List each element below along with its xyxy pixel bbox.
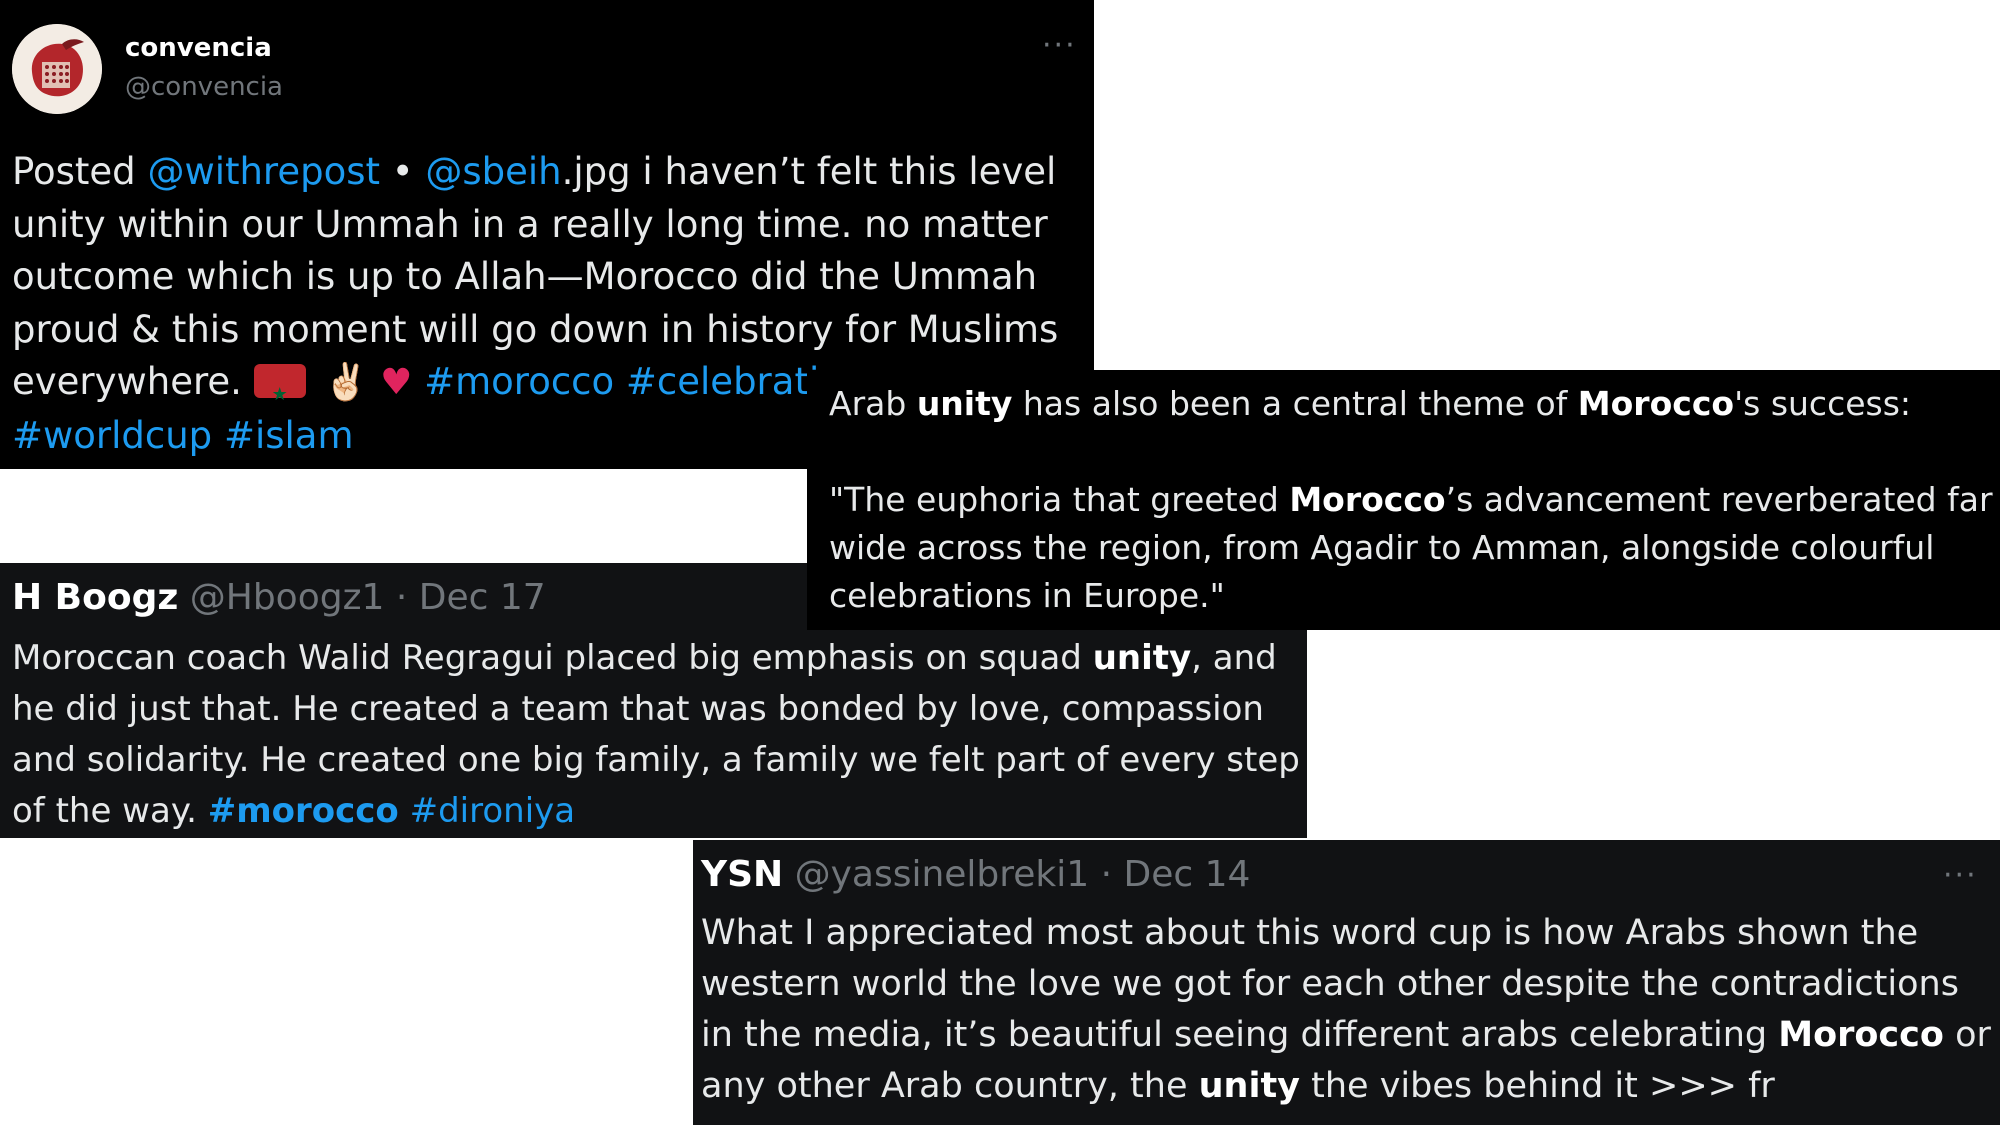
flag-morocco-icon (253, 364, 306, 422)
tweet-date[interactable]: Dec 14 (1124, 854, 1251, 895)
display-name[interactable]: YSN (701, 854, 783, 895)
hashtag-morocco[interactable]: #morocco (208, 791, 399, 831)
more-options-icon[interactable]: ··· (1042, 28, 1077, 63)
display-name[interactable]: convencia (125, 33, 272, 63)
tweet-header: H Boogz @Hboogz1 · Dec 17 (12, 577, 546, 618)
avatar[interactable] (12, 24, 102, 114)
quote-segment: ’s advancement reverberated far and (1445, 480, 2000, 519)
quote-segment: Arab (829, 384, 917, 423)
tweet-header: YSN @yassinelbreki1 · Dec 14 (701, 854, 1250, 895)
user-handle[interactable]: @yassinelbreki1 (795, 854, 1090, 895)
quote-segment: wide across the region, from Agadir to A… (829, 528, 1935, 567)
mention-sbeih[interactable]: @sbeih (425, 150, 561, 193)
user-handle[interactable]: @Hboogz1 (190, 577, 385, 618)
article-quote-card: Arab unity has also been a central theme… (807, 370, 2000, 630)
quote-segment: has also been a central theme of (1012, 384, 1578, 423)
tweet-card-ysn: YSN @yassinelbreki1 · Dec 14 ··· What I … (693, 840, 2000, 1125)
highlight-unity: unity (1198, 1066, 1301, 1106)
highlight-morocco: Morocco (1289, 480, 1446, 519)
tweet-date[interactable]: Dec 17 (419, 577, 546, 618)
highlight-unity: unity (1092, 638, 1192, 678)
separator: · (1089, 854, 1124, 895)
mention-withrepost[interactable]: @withrepost (147, 150, 380, 193)
more-options-icon[interactable]: ··· (1943, 858, 1978, 893)
hashtag-worldcup[interactable]: #worldcup (12, 414, 212, 457)
hashtag-dironiya[interactable]: #dironiya (410, 791, 576, 831)
victory-hand-icon: ✌🏻 (323, 362, 369, 403)
tweet-text: What I appreciated most about this word … (701, 908, 1996, 1112)
quote-text: Arab unity has also been a central theme… (829, 380, 2000, 620)
tweet-text-segment: Posted (12, 150, 148, 193)
tweet-text-segment: What I appreciated most about this word … (701, 913, 1959, 1055)
highlight-morocco: Morocco (1577, 384, 1735, 423)
hashtag-morocco[interactable]: #morocco (424, 360, 614, 403)
tweet-text-segment: the vibes behind it >>> fr (1300, 1066, 1775, 1106)
highlight-morocco: Morocco (1778, 1015, 1944, 1055)
quote-segment: celebrations in Europe." (829, 576, 1225, 615)
quote-segment: 's success: (1734, 384, 1912, 423)
user-handle[interactable]: @convencia (125, 72, 283, 102)
red-heart-icon: ♥ (380, 362, 413, 403)
display-name[interactable]: H Boogz (12, 577, 178, 618)
tweet-text-segment: • (380, 150, 426, 193)
quote-segment: "The euphoria that greeted (829, 480, 1290, 519)
separator: · (384, 577, 419, 618)
highlight-unity: unity (916, 384, 1013, 423)
pomegranate-logo-icon (12, 24, 102, 114)
tweet-text: Moroccan coach Walid Regragui placed big… (12, 633, 1302, 837)
tweet-text-segment: Moroccan coach Walid Regragui placed big… (12, 638, 1093, 678)
